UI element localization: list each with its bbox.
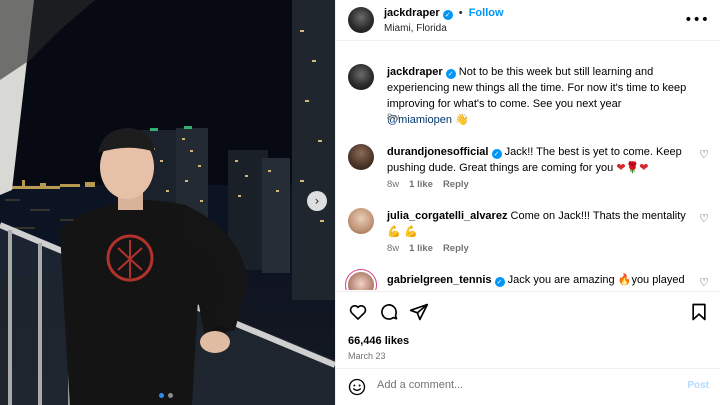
- post-date[interactable]: March 23: [348, 351, 386, 361]
- comment-time[interactable]: 8w: [387, 243, 399, 254]
- comment-time[interactable]: 8w: [387, 179, 399, 190]
- comment-text: durandjonesofficial ✓ Jack!! The best is…: [387, 144, 687, 176]
- post-actions: 66,446 likes March 23 Post: [336, 291, 720, 405]
- post-photo[interactable]: ›: [0, 0, 335, 405]
- commenter-username[interactable]: julia_corgatelli_alvarez: [387, 210, 507, 222]
- comment-body: Jack you are amazing: [507, 274, 618, 286]
- comment-like-count[interactable]: 1 like: [409, 179, 433, 190]
- likes-count[interactable]: 66,446 likes: [348, 335, 409, 347]
- post-side-panel: jackdraper ✓ • Follow Miami, Florida •••…: [335, 0, 720, 405]
- heart-icon[interactable]: [348, 302, 368, 322]
- bookmark-icon[interactable]: [689, 302, 709, 322]
- comment-meta: 8w 1 like Reply: [387, 243, 469, 254]
- verified-icon: ✓: [494, 277, 505, 287]
- author-username[interactable]: jackdraper: [384, 7, 440, 19]
- heart-rose-emoji: ❤🌹❤: [616, 161, 649, 174]
- carousel-dot-2: [168, 393, 173, 398]
- caption-text: jackdraper ✓ Not to be this week but sti…: [387, 64, 687, 128]
- fire-emoji: 🔥: [617, 273, 632, 286]
- commenter-avatar[interactable]: [348, 208, 374, 234]
- more-options-icon[interactable]: •••: [684, 12, 709, 28]
- author-avatar[interactable]: [348, 7, 374, 33]
- comment-text: gabrielgreen_tennis ✓ Jack you are amazi…: [387, 272, 687, 288]
- reply-button[interactable]: Reply: [443, 243, 469, 254]
- comments-list[interactable]: jackdraper ✓ Not to be this week but sti…: [336, 42, 720, 290]
- verified-icon: ✓: [445, 69, 456, 79]
- commenter-avatar[interactable]: [348, 144, 374, 170]
- flexed-biceps-emoji: 💪 💪: [387, 225, 418, 238]
- comment-like-heart-icon[interactable]: ♡: [699, 148, 709, 161]
- post-comment-button[interactable]: Post: [687, 380, 709, 391]
- photo-scene: [0, 0, 335, 405]
- chevron-right-icon: ›: [314, 194, 320, 208]
- caption-avatar[interactable]: [348, 64, 374, 90]
- commenter-username[interactable]: gabrielgreen_tennis: [387, 274, 492, 286]
- author-line: jackdraper ✓ • Follow: [384, 7, 504, 20]
- comment-like-heart-icon[interactable]: ♡: [699, 276, 709, 289]
- verified-icon: ✓: [442, 10, 453, 20]
- carousel-dot-1: [159, 393, 164, 398]
- commenter-username[interactable]: durandjonesofficial: [387, 146, 488, 158]
- follow-button[interactable]: Follow: [469, 7, 504, 19]
- smiley-icon[interactable]: [348, 378, 366, 396]
- add-comment-bar: Post: [336, 368, 720, 405]
- comment-like-heart-icon[interactable]: ♡: [699, 212, 709, 225]
- caption-time: 8w: [387, 112, 399, 123]
- share-icon[interactable]: [409, 302, 429, 322]
- caption-username[interactable]: jackdraper: [387, 66, 443, 78]
- comment-input[interactable]: [377, 379, 667, 391]
- reply-button[interactable]: Reply: [443, 179, 469, 190]
- comment-meta: 8w 1 like Reply: [387, 179, 469, 190]
- waving-hand-emoji: 👋: [455, 113, 469, 126]
- comment-text: julia_corgatelli_alvarez Come on Jack!!!…: [387, 208, 687, 240]
- comment-like-count[interactable]: 1 like: [409, 243, 433, 254]
- commenter-avatar[interactable]: [348, 272, 374, 290]
- comment-body: Come on Jack!!! Thats the mentality: [510, 210, 686, 222]
- comment-body-continued: you played: [631, 274, 685, 286]
- caption-timestamp[interactable]: 8w: [387, 112, 399, 123]
- next-photo-button[interactable]: ›: [307, 191, 327, 211]
- post-location[interactable]: Miami, Florida: [384, 23, 447, 34]
- carousel-indicator: [159, 393, 173, 398]
- separator-dot: •: [458, 7, 463, 19]
- post-header: jackdraper ✓ • Follow Miami, Florida •••: [336, 0, 720, 41]
- instagram-post-modal: › jackdraper ✓ • Follow Miami, Florida •…: [0, 0, 720, 405]
- comment-icon[interactable]: [379, 302, 399, 322]
- verified-icon: ✓: [491, 149, 502, 159]
